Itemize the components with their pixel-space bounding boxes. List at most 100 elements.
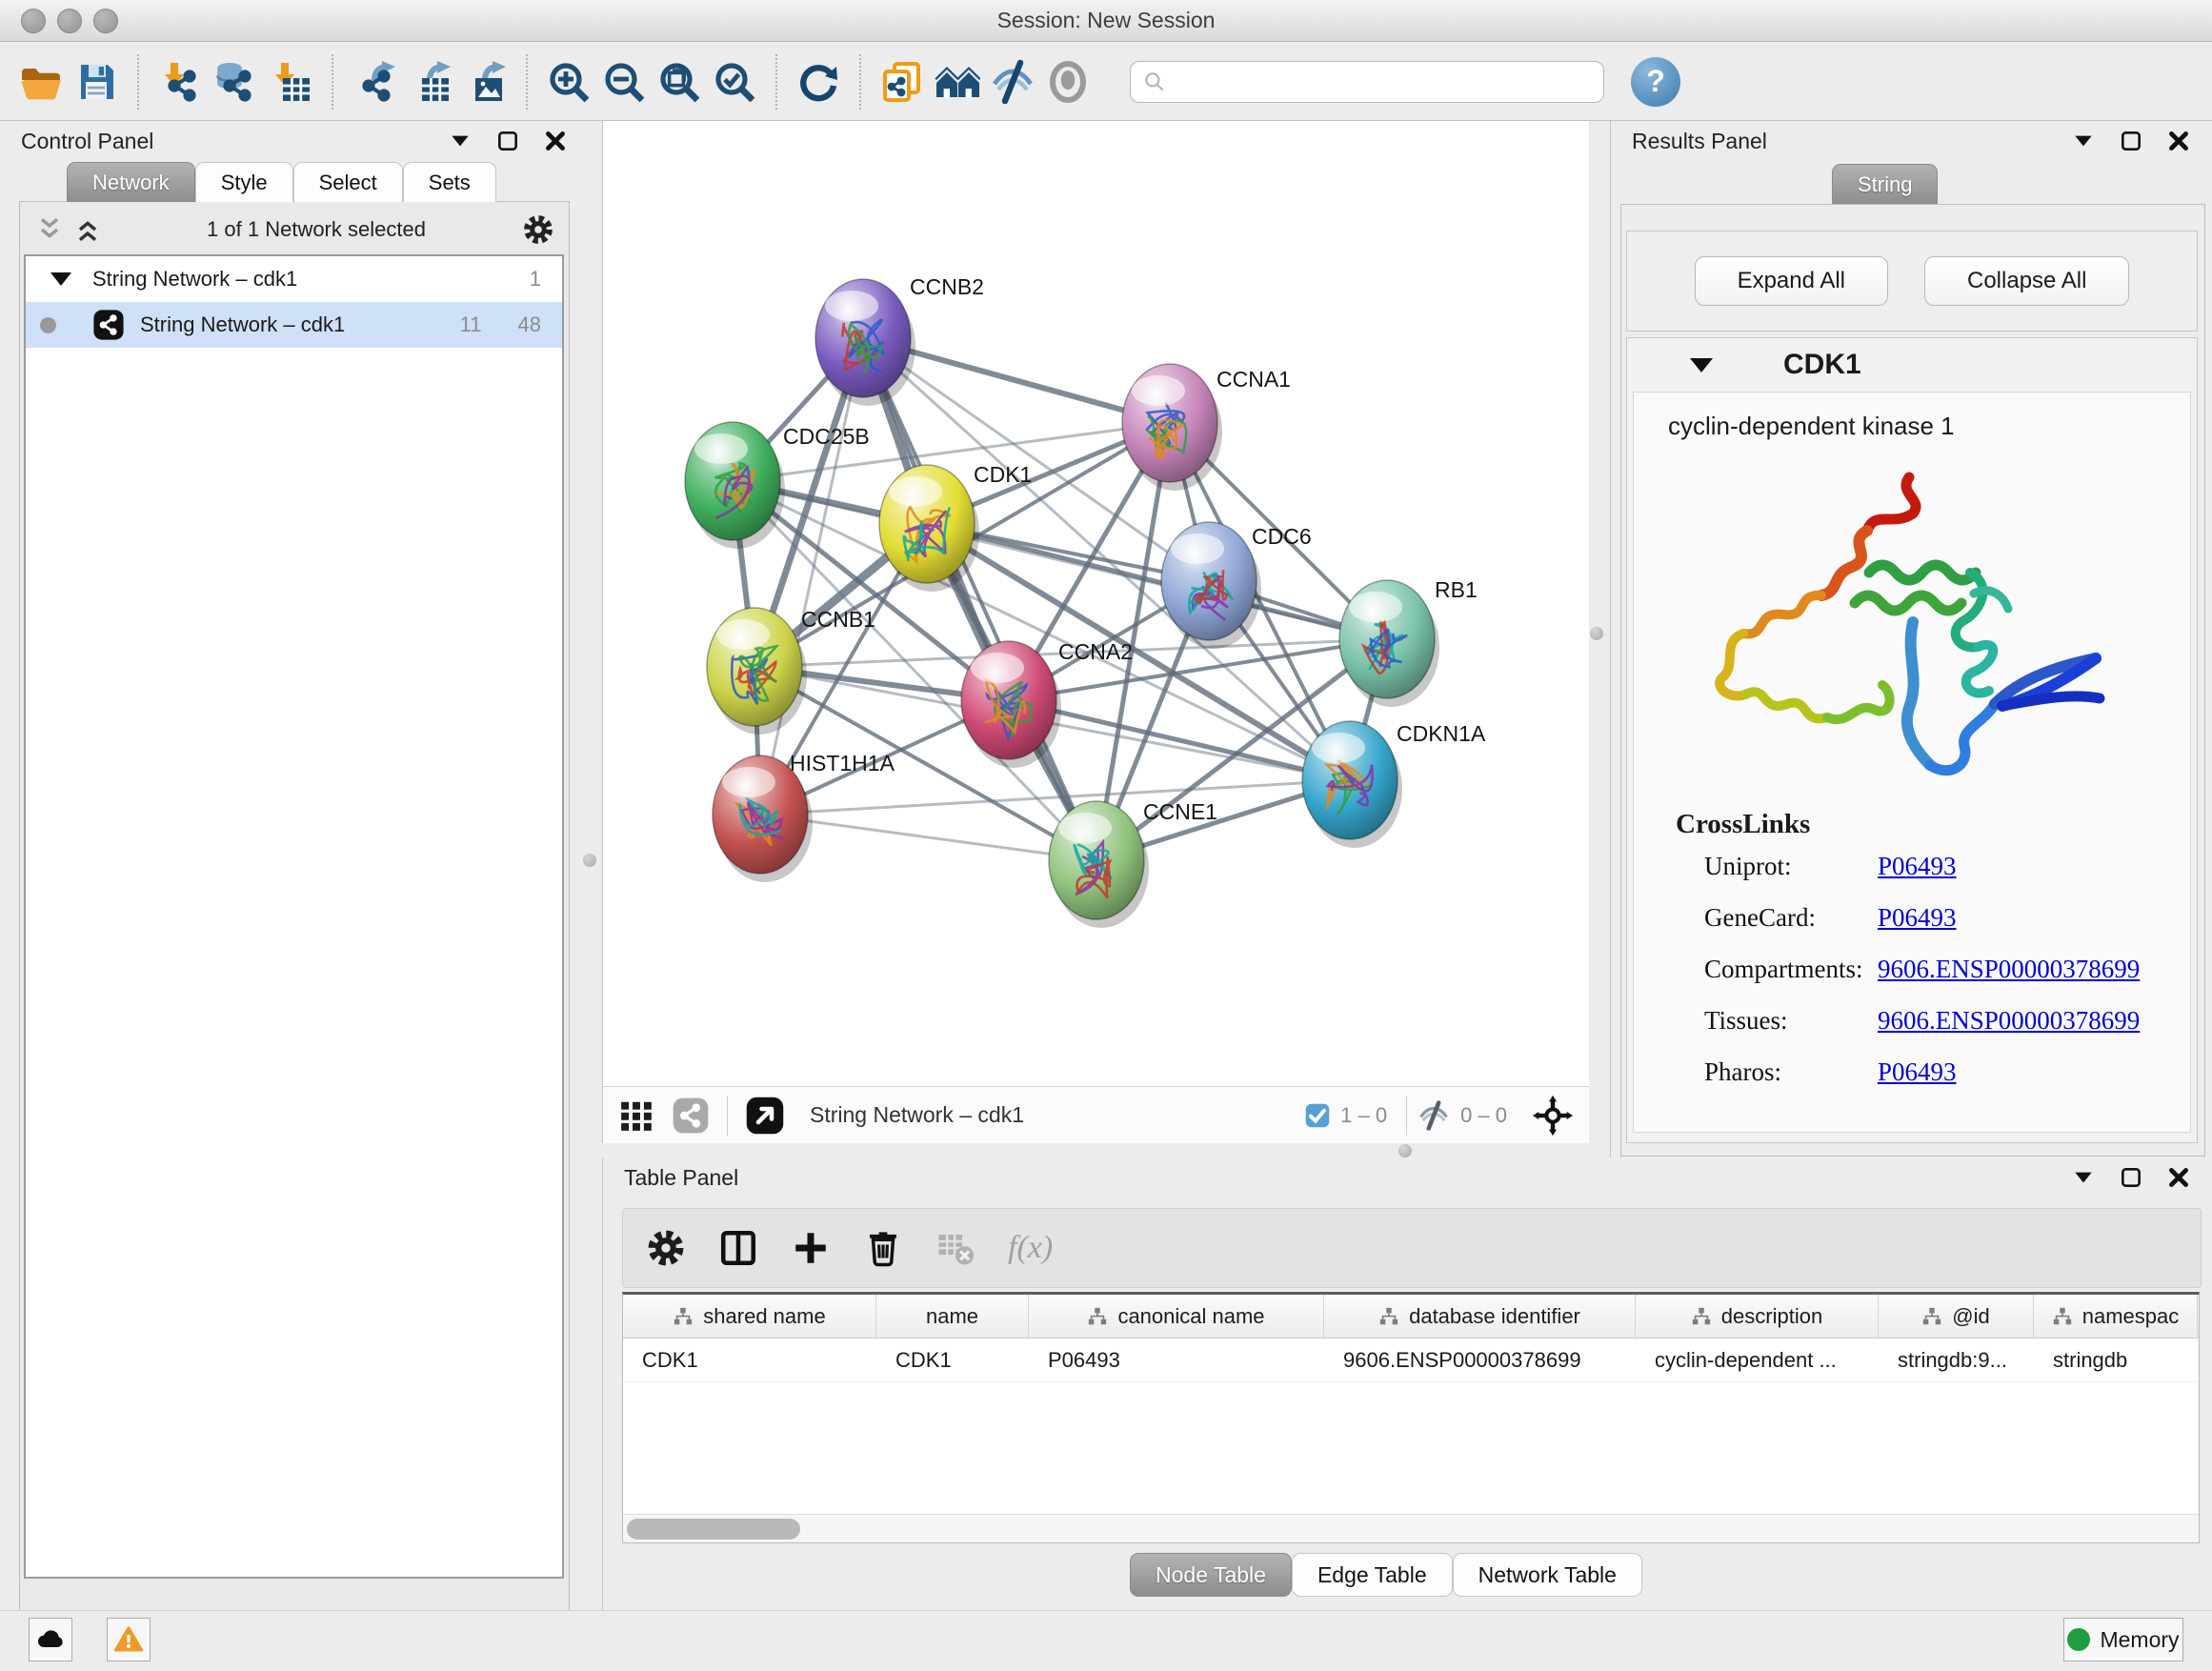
- protein-card-header[interactable]: CDK1: [1627, 338, 2197, 392]
- panel-menu-icon[interactable]: [448, 129, 473, 153]
- search-input[interactable]: [1175, 70, 1592, 94]
- expand-all-button[interactable]: Expand All: [1695, 256, 1888, 306]
- right-splitter-handle[interactable]: [1590, 627, 1603, 640]
- window-minimize-button[interactable]: [57, 9, 82, 33]
- column-header-description[interactable]: description: [1636, 1295, 1879, 1338]
- import-table-file-button[interactable]: [263, 52, 318, 111]
- bottom-splitter-handle[interactable]: [1398, 1144, 1412, 1158]
- window-zoom-button[interactable]: [93, 9, 118, 33]
- network-canvas[interactable]: CCNB2CCNA1CDC25BCDK1CDC6RB1CCNB1CCNA2CDK…: [602, 121, 1589, 1086]
- refresh-button[interactable]: [791, 52, 846, 111]
- collapse-arrow-icon[interactable]: [1690, 358, 1713, 372]
- crosslink-link[interactable]: 9606.ENSP00000378699: [1878, 943, 2140, 995]
- crosslink-link[interactable]: P06493: [1878, 1046, 1957, 1097]
- create-column-icon[interactable]: [791, 1228, 831, 1268]
- network-node-ccne1[interactable]: CCNE1: [1049, 799, 1217, 928]
- network-node-ccnb1[interactable]: CCNB1: [707, 607, 875, 735]
- clone-network-button[interactable]: [875, 52, 930, 111]
- collapse-all-icon[interactable]: [34, 214, 65, 245]
- collapse-all-button[interactable]: Collapse All: [1924, 256, 2129, 306]
- export-table-button[interactable]: [402, 52, 457, 111]
- tab-string[interactable]: String: [1832, 164, 1938, 204]
- table-cell[interactable]: P06493: [1029, 1339, 1324, 1381]
- window-close-button[interactable]: [21, 9, 46, 33]
- network-node-ccna1[interactable]: CCNA1: [1122, 364, 1291, 491]
- search-box[interactable]: [1130, 61, 1604, 103]
- string-view-icon[interactable]: [672, 1097, 710, 1135]
- network-node-cdkn1a[interactable]: CDKN1A: [1302, 721, 1486, 848]
- table-row[interactable]: CDK1CDK1P064939606.ENSP00000378699cyclin…: [623, 1339, 2199, 1382]
- network-node-cdc25b[interactable]: CDC25B: [685, 422, 870, 549]
- panel-close-icon[interactable]: [543, 129, 568, 153]
- network-collection-row[interactable]: String Network – cdk1 1: [26, 256, 562, 302]
- network-node-cdc6[interactable]: CDC6: [1161, 522, 1312, 649]
- save-session-button[interactable]: [69, 52, 124, 111]
- hide-details-button[interactable]: [985, 52, 1040, 111]
- column-header--id[interactable]: @id: [1879, 1295, 2034, 1338]
- column-header-name[interactable]: name: [876, 1295, 1029, 1338]
- table-settings-gear-icon[interactable]: [646, 1228, 686, 1268]
- hidden-eye-icon[interactable]: [1417, 1098, 1451, 1133]
- network-row-selected[interactable]: String Network – cdk1 11 48: [26, 302, 562, 348]
- scrollbar-thumb[interactable]: [627, 1519, 800, 1540]
- table-cell[interactable]: 9606.ENSP00000378699: [1324, 1339, 1636, 1381]
- table-cell[interactable]: cyclin-dependent ...: [1636, 1339, 1879, 1381]
- panel-float-icon[interactable]: [2119, 129, 2143, 153]
- crosslink-link[interactable]: 9606.ENSP00000378699: [1878, 995, 2140, 1046]
- zoom-selected-button[interactable]: [707, 52, 762, 111]
- tab-network[interactable]: Network: [67, 162, 195, 202]
- panel-menu-icon[interactable]: [2071, 1165, 2096, 1190]
- export-network-button[interactable]: [347, 52, 402, 111]
- tab-sets[interactable]: Sets: [403, 162, 496, 202]
- tab-network-table[interactable]: Network Table: [1453, 1553, 1642, 1597]
- help-button[interactable]: ?: [1631, 57, 1680, 107]
- panel-menu-icon[interactable]: [2071, 129, 2096, 153]
- network-node-ccna2[interactable]: CCNA2: [961, 639, 1133, 768]
- crosslink-link[interactable]: P06493: [1878, 840, 1957, 892]
- table-cell[interactable]: CDK1: [876, 1339, 1029, 1381]
- network-node-hist1h1a[interactable]: HIST1H1A: [713, 751, 895, 882]
- show-columns-icon[interactable]: [718, 1228, 758, 1268]
- panel-close-icon[interactable]: [2166, 1165, 2191, 1190]
- column-header-database-identifier[interactable]: database identifier: [1324, 1295, 1636, 1338]
- zoom-out-button[interactable]: [596, 52, 652, 111]
- left-splitter-handle[interactable]: [583, 854, 596, 867]
- column-header-canonical-name[interactable]: canonical name: [1029, 1295, 1324, 1338]
- tab-node-table[interactable]: Node Table: [1130, 1553, 1292, 1597]
- import-network-database-button[interactable]: [208, 52, 263, 111]
- cloud-button[interactable]: [29, 1618, 72, 1661]
- home-button[interactable]: [930, 52, 985, 111]
- birdseye-grid-icon[interactable]: [618, 1097, 654, 1134]
- memory-button[interactable]: Memory: [2063, 1618, 2183, 1661]
- crosslink-link[interactable]: P06493: [1878, 892, 1957, 943]
- tab-style[interactable]: Style: [195, 162, 293, 202]
- show-details-button[interactable]: [1040, 52, 1096, 111]
- zoom-fit-button[interactable]: [652, 52, 707, 111]
- navigator-crosshair-icon[interactable]: [1532, 1095, 1574, 1137]
- panel-float-icon[interactable]: [2119, 1165, 2143, 1190]
- detach-view-icon[interactable]: [745, 1096, 785, 1136]
- open-session-button[interactable]: [13, 52, 69, 111]
- export-image-button[interactable]: [457, 52, 513, 111]
- tab-select[interactable]: Select: [293, 162, 403, 202]
- table-cell[interactable]: CDK1: [623, 1339, 876, 1381]
- import-network-file-button[interactable]: [152, 52, 208, 111]
- network-node-ccnb2[interactable]: CCNB2: [815, 274, 984, 406]
- horizontal-scrollbar[interactable]: [623, 1514, 2199, 1542]
- column-header-shared-name[interactable]: shared name: [623, 1295, 876, 1338]
- expand-all-icon[interactable]: [72, 214, 103, 245]
- table-cell[interactable]: stringdb: [2034, 1339, 2198, 1381]
- panel-close-icon[interactable]: [2166, 129, 2191, 153]
- options-gear-icon[interactable]: [522, 213, 554, 246]
- warnings-button[interactable]: [107, 1618, 151, 1661]
- tab-edge-table[interactable]: Edge Table: [1292, 1553, 1453, 1597]
- selected-checkbox-icon[interactable]: [1304, 1102, 1331, 1129]
- panel-float-icon[interactable]: [495, 129, 520, 153]
- delete-column-icon[interactable]: [863, 1228, 903, 1268]
- table-cell[interactable]: stringdb:9...: [1879, 1339, 2034, 1381]
- tree-expand-icon[interactable]: [50, 272, 71, 286]
- network-node-rb1[interactable]: RB1: [1339, 577, 1478, 707]
- node-table[interactable]: shared namenamecanonical namedatabase id…: [622, 1292, 2200, 1543]
- zoom-in-button[interactable]: [541, 52, 596, 111]
- column-header-namespac[interactable]: namespac: [2034, 1295, 2198, 1338]
